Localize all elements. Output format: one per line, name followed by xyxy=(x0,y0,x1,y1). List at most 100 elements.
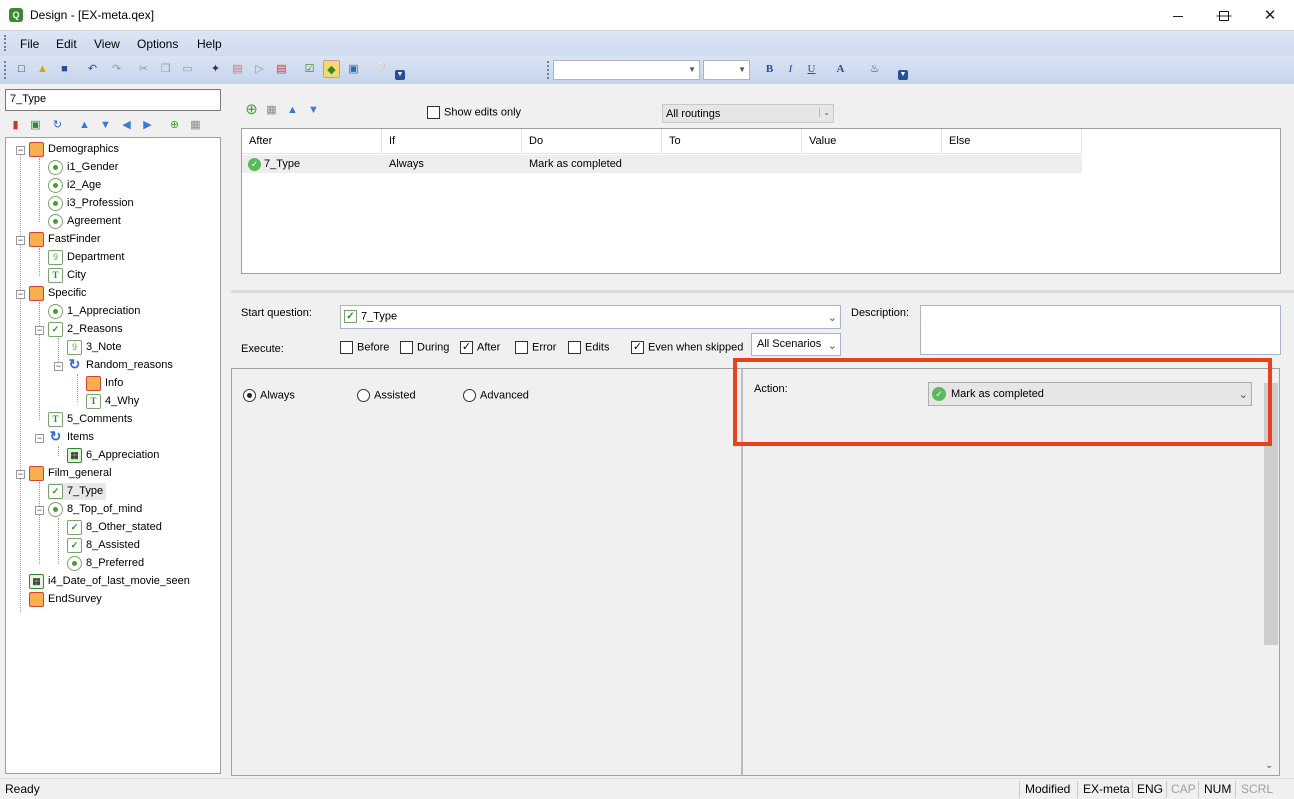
scenarios-select[interactable]: All Scenarios ⌄ xyxy=(751,333,841,356)
tree-item-2-reasons[interactable]: ✓ 2_Reasons xyxy=(48,321,123,338)
collapse-random-reasons[interactable]: − xyxy=(54,362,63,371)
tree-item-4-why[interactable]: T 4_Why xyxy=(86,393,139,410)
routing-up-icon[interactable]: ▲ xyxy=(284,101,301,119)
tree-item-items[interactable]: ↻ Items xyxy=(48,429,94,446)
minimize-button-alt[interactable] xyxy=(1155,0,1201,31)
tree-item-8-other-stated[interactable]: ✓ 8_Other_stated xyxy=(67,519,162,536)
checklist-icon[interactable]: ☑ xyxy=(301,60,318,78)
tree-item-specific[interactable]: Specific xyxy=(29,285,87,302)
tree-item-8-top-of-mind[interactable]: 8_Top_of_mind xyxy=(48,501,142,518)
font-size-combo[interactable]: ▼ xyxy=(703,60,750,80)
tree-item-6-appreciation[interactable]: ▦ 6_Appreciation xyxy=(67,447,159,464)
save-icon[interactable]: ■ xyxy=(56,60,73,78)
move-right-icon[interactable]: ▶ xyxy=(139,116,156,134)
list-icon[interactable]: ▤ xyxy=(273,60,290,78)
menu-view[interactable]: View xyxy=(94,37,120,51)
question-search-input[interactable]: 7_Type xyxy=(5,89,221,111)
underline-button[interactable]: U xyxy=(803,60,820,78)
menu-help[interactable]: Help xyxy=(197,37,222,51)
tree-item-i1-gender[interactable]: i1_Gender xyxy=(48,159,118,176)
scroll-down-icon[interactable]: ⌄ xyxy=(1265,760,1273,771)
column-header-if[interactable]: If xyxy=(382,129,522,154)
tree-item-agreement[interactable]: Agreement xyxy=(48,213,121,230)
tree-item-fastfinder[interactable]: FastFinder xyxy=(29,231,101,248)
execute-error-checkbox[interactable]: Error xyxy=(515,341,556,354)
move-left-icon[interactable]: ◀ xyxy=(118,116,135,134)
cell-if[interactable]: Always xyxy=(382,155,522,173)
cell-after[interactable]: ✓ 7_Type xyxy=(246,155,382,173)
delete-icon[interactable]: ▦ xyxy=(187,116,204,134)
tree-item-i3-profession[interactable]: i3_Profession xyxy=(48,195,134,212)
preview-icon[interactable]: ▣ xyxy=(345,60,362,78)
mode-assisted-radio[interactable]: Assisted xyxy=(357,389,416,402)
tree-item-endsurvey[interactable]: EndSurvey xyxy=(29,591,102,608)
tree-item-5-comments[interactable]: T 5_Comments xyxy=(48,411,132,428)
column-header-value[interactable]: Value xyxy=(802,129,942,154)
tree-item-3-note[interactable]: 9 3_Note xyxy=(67,339,121,356)
close-button[interactable]: ✕ xyxy=(1247,0,1293,31)
fill-color-icon[interactable]: ♨ xyxy=(866,60,883,78)
column-header-after[interactable]: After xyxy=(242,129,382,154)
collapse-demographics[interactable]: − xyxy=(16,146,25,155)
move-down-icon[interactable]: ▼ xyxy=(97,116,114,134)
move-up-icon[interactable]: ▲ xyxy=(76,116,93,134)
delete-routing-icon[interactable]: ▦ xyxy=(263,101,280,119)
section-add-icon[interactable]: ▮ xyxy=(7,116,24,134)
tree-item-demographics[interactable]: Demographics xyxy=(29,141,119,158)
tree-item-film-general[interactable]: Film_general xyxy=(29,465,112,482)
splitter[interactable] xyxy=(231,290,1294,293)
tree-item-8-assisted[interactable]: ✓ 8_Assisted xyxy=(67,537,140,554)
routing-filter-select[interactable]: All routings ⌄ xyxy=(662,104,834,123)
execute-after-checkbox[interactable]: ✓ After xyxy=(460,341,500,354)
tree-item-8-preferred[interactable]: 8_Preferred xyxy=(67,555,144,572)
italic-button[interactable]: I xyxy=(782,60,799,78)
add-routing-icon[interactable]: ⊕ xyxy=(243,101,260,119)
redo-icon[interactable]: ↷ xyxy=(108,60,125,78)
bold-button[interactable]: B xyxy=(761,60,778,78)
menu-edit[interactable]: Edit xyxy=(56,37,77,51)
tree-item-city[interactable]: T City xyxy=(48,267,86,284)
menu-options[interactable]: Options xyxy=(137,37,178,51)
mode-always-radio[interactable]: Always xyxy=(243,389,295,402)
description-input[interactable] xyxy=(920,305,1281,355)
collapse-fastfinder[interactable]: − xyxy=(16,236,25,245)
copy-icon[interactable]: ❐ xyxy=(157,60,174,78)
show-edits-checkbox[interactable]: Show edits only xyxy=(427,106,521,119)
wizard-icon[interactable]: ✦ xyxy=(207,60,224,78)
tree-item-department[interactable]: 9 Department xyxy=(48,249,124,266)
tree-item-i4-date[interactable]: ▦ i4_Date_of_last_movie_seen xyxy=(29,573,190,590)
loop-add-icon[interactable]: ↻ xyxy=(49,116,66,134)
cell-do[interactable]: Mark as completed xyxy=(522,155,662,173)
execute-edits-checkbox[interactable]: Edits xyxy=(568,341,609,354)
tree-item-random-reasons[interactable]: ↻ Random_reasons xyxy=(67,357,173,374)
collapse-2-reasons[interactable]: − xyxy=(35,326,44,335)
collapse-items[interactable]: − xyxy=(35,434,44,443)
column-header-to[interactable]: To xyxy=(662,129,802,154)
export-icon[interactable]: ▷ xyxy=(251,60,268,78)
tree-item-1-appreciation[interactable]: 1_Appreciation xyxy=(48,303,140,320)
comment-icon[interactable]: ▣ xyxy=(27,116,44,134)
routing-down-icon[interactable]: ▼ xyxy=(305,101,322,119)
font-color-button[interactable]: A xyxy=(832,60,849,78)
execute-before-checkbox[interactable]: Before xyxy=(340,341,389,354)
execute-even-when-skipped-checkbox[interactable]: ✓ Even when skipped xyxy=(631,341,743,354)
routing-icon[interactable]: ◆ xyxy=(323,60,340,78)
cut-icon[interactable]: ✂ xyxy=(135,60,152,78)
tree-item-info[interactable]: Info xyxy=(86,375,123,392)
add-icon[interactable]: ⊕ xyxy=(166,116,183,134)
mode-advanced-radio[interactable]: Advanced xyxy=(463,389,529,402)
collapse-specific[interactable]: − xyxy=(16,290,25,299)
tree-item-i2-age[interactable]: i2_Age xyxy=(48,177,101,194)
help-icon[interactable]: ❔ xyxy=(373,60,390,78)
new-file-icon[interactable]: □ xyxy=(13,60,30,78)
open-folder-icon[interactable]: ▲ xyxy=(34,60,51,78)
column-header-else[interactable]: Else xyxy=(942,129,1082,154)
execute-during-checkbox[interactable]: During xyxy=(400,341,449,354)
toolbar2-overflow-icon[interactable]: ▼ xyxy=(898,70,908,80)
collapse-film-general[interactable]: − xyxy=(16,470,25,479)
toolbar-overflow-icon[interactable]: ▼ xyxy=(395,70,405,80)
column-header-do[interactable]: Do xyxy=(522,129,662,154)
font-family-combo[interactable]: ▼ xyxy=(553,60,700,80)
maximize-button[interactable] xyxy=(1201,0,1247,31)
paste-icon[interactable]: ▭ xyxy=(179,60,196,78)
